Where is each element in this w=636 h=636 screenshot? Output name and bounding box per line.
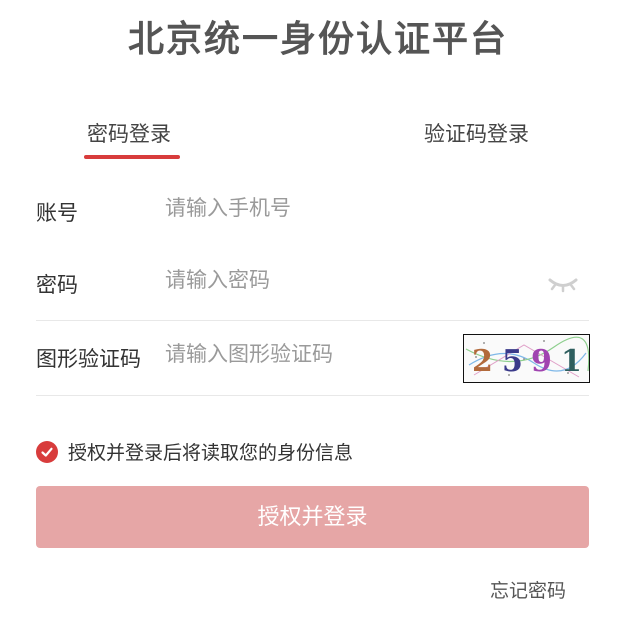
captcha-char: 9 — [531, 344, 552, 379]
divider — [36, 320, 589, 321]
submit-button[interactable]: 授权并登录 — [36, 486, 589, 548]
captcha-label: 图形验证码 — [36, 347, 141, 371]
password-label: 密码 — [36, 273, 78, 297]
eye-closed-icon[interactable] — [547, 275, 579, 293]
captcha-image[interactable]: 2 5 9 1 — [463, 334, 590, 383]
checkmark-icon — [41, 447, 53, 457]
checkbox-checked[interactable] — [36, 440, 58, 463]
active-tab-indicator — [84, 155, 180, 159]
captcha-char: 2 — [472, 344, 493, 379]
tab-code-login[interactable]: 验证码登录 — [424, 118, 529, 148]
divider — [36, 395, 589, 396]
password-input[interactable] — [165, 268, 445, 292]
captcha-char: 5 — [502, 344, 523, 379]
tab-password-login[interactable]: 密码登录 — [87, 118, 171, 148]
consent-text: 授权并登录后将读取您的身份信息 — [68, 442, 354, 464]
page-title: 北京统一身份认证平台 — [127, 19, 508, 60]
captcha-char: 1 — [561, 344, 582, 379]
account-label: 账号 — [36, 201, 78, 225]
forgot-password-link[interactable]: 忘记密码 — [490, 576, 566, 603]
consent-row: 授权并登录后将读取您的身份信息 — [36, 438, 353, 465]
captcha-input[interactable] — [165, 342, 435, 366]
account-input[interactable] — [165, 196, 445, 220]
